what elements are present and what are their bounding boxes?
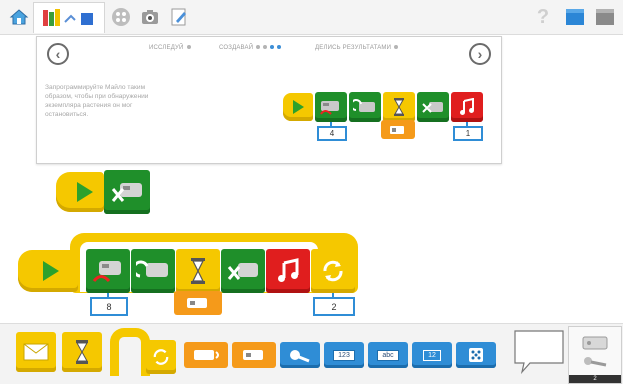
step-create-label: СОЗДАВАЙ (219, 45, 254, 51)
instruction-panel: ‹ › ИССЛЕДУЙ СОЗДАВАЙ ДЕЛИСЬ РЕЗУЛЬТАТАМ… (36, 36, 502, 164)
document-tool-icon[interactable] (166, 4, 192, 30)
envelope-icon (23, 343, 49, 361)
wait-block-2[interactable] (176, 249, 220, 293)
music-note-icon (460, 98, 474, 115)
motor-stop-block-3[interactable] (221, 249, 265, 293)
back-arrow-icon[interactable]: ‹ (47, 43, 69, 65)
device-count: 2 (569, 375, 621, 383)
block-palette: 123 abc 12 2 (0, 323, 623, 384)
palette-text-input[interactable]: abc (368, 342, 408, 368)
tilt-sensor-input[interactable] (381, 120, 415, 139)
tilt-sensor-input-2[interactable] (174, 291, 222, 315)
motor-power-icon (320, 101, 339, 115)
repeat-value[interactable]: 2 (313, 297, 355, 316)
motor-stop-block-2[interactable] (104, 170, 150, 214)
step-investigate[interactable]: ИССЛЕДУЙ (149, 45, 191, 51)
top-toolbar: ? (0, 0, 623, 35)
instruction-text: Запрограммируйте Майло таким образом, чт… (45, 84, 149, 118)
palette-motion-sensor[interactable] (184, 342, 228, 368)
motor-stop-block[interactable] (417, 92, 449, 122)
motor-power-value[interactable]: 4 (317, 126, 347, 141)
hourglass-icon (394, 98, 404, 116)
palette-microphone-input[interactable] (280, 342, 320, 368)
motor-direction-icon (136, 260, 168, 278)
motor-power-block-2[interactable] (86, 249, 130, 293)
motor-direction-icon (353, 99, 375, 112)
motor-direction-block[interactable] (349, 92, 381, 122)
motion-sensor-icon (194, 350, 219, 360)
home-icon[interactable] (6, 4, 32, 30)
palette-random-input[interactable] (456, 342, 496, 368)
repeat-block[interactable] (311, 249, 355, 293)
start-block-2[interactable] (56, 172, 104, 212)
play-icon (292, 100, 304, 114)
step-investigate-label: ИССЛЕДУЙ (149, 45, 184, 51)
microphone-icon (290, 350, 310, 363)
gray-screen-icon[interactable] (592, 4, 618, 30)
sound-block[interactable] (451, 92, 483, 122)
number-input-label: 123 (333, 349, 355, 361)
palette-number-input[interactable]: 123 (324, 342, 364, 368)
camera-icon[interactable] (137, 4, 163, 30)
hourglass-icon (191, 258, 205, 284)
projects-tab[interactable] (33, 2, 105, 33)
tilt-sensor-icon (187, 298, 207, 308)
sound-block-2[interactable] (266, 249, 310, 293)
palette-comment-bubble[interactable] (512, 328, 566, 374)
music-note-icon (278, 258, 299, 282)
device-panel[interactable]: 2 (568, 326, 622, 384)
sensor-device-icon (584, 357, 607, 367)
help-icon[interactable]: ? (530, 4, 556, 30)
palette-repeat-block[interactable] (110, 328, 178, 376)
play-icon (77, 182, 93, 202)
tilt-sensor-icon (390, 125, 404, 134)
step-share[interactable]: ДЕЛИСЬ РЕЗУЛЬТАТАМИ (315, 45, 399, 51)
play-icon (43, 261, 59, 281)
palette-message-block[interactable] (16, 332, 56, 372)
text-input-label: abc (377, 349, 399, 361)
motor-direction-block-2[interactable] (131, 249, 175, 293)
gallery-icon[interactable] (108, 4, 134, 30)
motor-stop-icon (422, 102, 443, 113)
wait-block[interactable] (383, 92, 415, 122)
display-input-label: 12 (423, 349, 441, 361)
start-block-3[interactable] (18, 250, 78, 292)
dice-icon (469, 348, 483, 362)
smarthub-icon (582, 336, 608, 350)
start-block[interactable] (283, 93, 313, 121)
step-create[interactable]: СОЗДАВАЙ (219, 45, 282, 51)
forward-arrow-icon[interactable]: › (469, 43, 491, 65)
motor-stop-icon (111, 183, 142, 202)
motor-power-value-2[interactable]: 8 (90, 297, 128, 316)
speech-bubble-icon (514, 330, 564, 374)
loop-arrows-icon (323, 260, 343, 282)
blue-screen-icon[interactable] (562, 4, 588, 30)
sound-value[interactable]: 1 (453, 126, 483, 141)
loop-arrows-icon (153, 349, 169, 365)
palette-wait-block[interactable] (62, 332, 102, 372)
motor-stop-icon (227, 263, 258, 280)
motor-power-block[interactable] (315, 92, 347, 122)
step-share-label: ДЕЛИСЬ РЕЗУЛЬТАТАМИ (315, 45, 392, 51)
motor-power-icon (92, 261, 121, 283)
hourglass-icon (76, 340, 88, 364)
palette-tilt-sensor[interactable] (232, 342, 276, 368)
tilt-sensor-icon (243, 350, 263, 360)
palette-display-input[interactable]: 12 (412, 342, 452, 368)
